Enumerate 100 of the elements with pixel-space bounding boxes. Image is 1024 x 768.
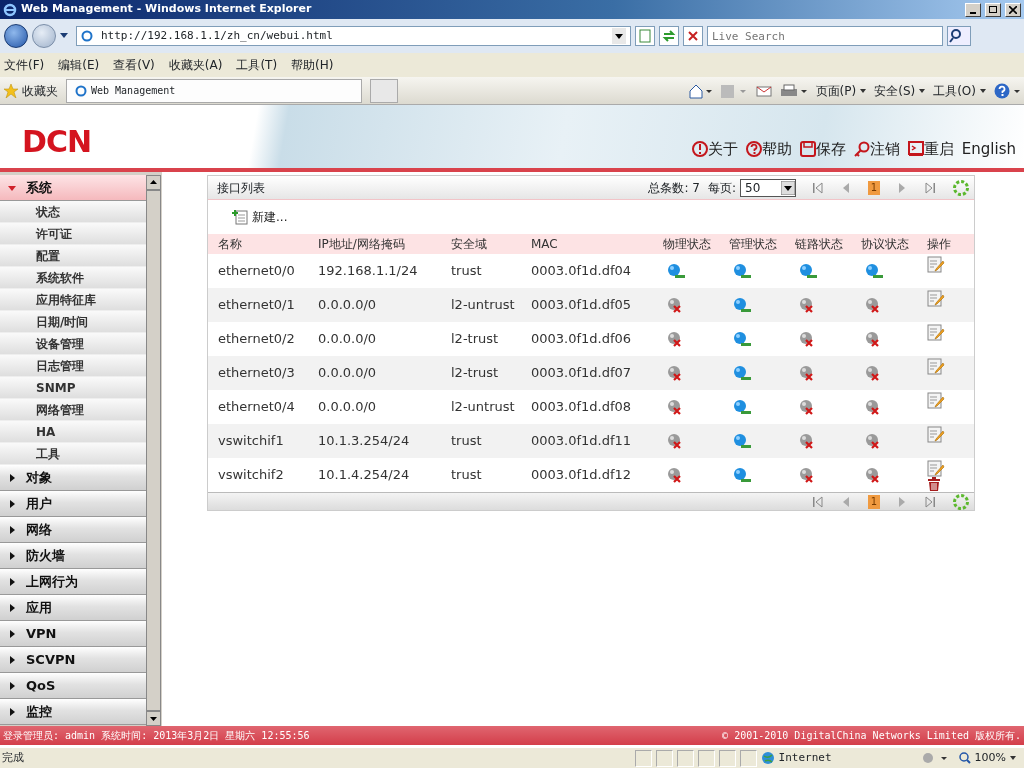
sidebar-item[interactable]: SCVPN [0, 647, 146, 673]
last-page-icon[interactable] [924, 181, 936, 194]
menu-item[interactable]: 查看(V) [113, 56, 155, 74]
refresh-icon[interactable] [952, 178, 970, 197]
panel-title: 接口列表 [217, 179, 266, 197]
expand-arrow-icon [8, 707, 16, 716]
header-action-link[interactable]: 帮助 [745, 138, 792, 161]
column-header: 管理状态 [729, 236, 778, 253]
refresh-icon[interactable] [659, 26, 679, 46]
new-button[interactable]: 新建... [232, 208, 288, 226]
table-cell-text: ethernet0/4 [217, 398, 296, 417]
status-pane [739, 749, 757, 767]
help-icon [745, 141, 762, 158]
first-page-icon[interactable] [812, 495, 824, 508]
table-cell-text: trust [451, 264, 483, 278]
home-icon[interactable] [687, 82, 712, 99]
edit-icon[interactable] [927, 426, 945, 443]
first-page-icon[interactable] [812, 181, 824, 194]
search-field[interactable]: Live Search [707, 26, 943, 46]
header-action-link[interactable]: 保存 [799, 138, 846, 161]
search-icon[interactable] [947, 26, 971, 46]
command-menu[interactable]: 工具(O) [933, 81, 986, 100]
sidebar-item[interactable]: 用户 [0, 491, 146, 517]
sidebar-subitem[interactable]: 应用特征库 [0, 289, 146, 311]
column-header: 名称 [217, 236, 243, 253]
header-action-link[interactable]: 注销 [853, 138, 900, 161]
table-cell-text: l2-untrust [451, 298, 516, 312]
edit-icon[interactable] [927, 256, 945, 273]
language-link[interactable]: English [961, 138, 1016, 161]
dropdown-caret-icon[interactable] [612, 28, 626, 44]
browser-tab[interactable]: Web Management [66, 78, 362, 103]
sidebar-item[interactable]: 应用 [0, 595, 146, 621]
maximize-button[interactable] [985, 2, 1001, 17]
collapse-arrow-icon [8, 183, 16, 192]
sidebar-subitem[interactable]: 配置 [0, 245, 146, 267]
new-item-icon [232, 209, 248, 225]
sidebar-item[interactable]: 系统 [0, 175, 146, 201]
menu-item[interactable]: 收藏夹(A) [168, 56, 223, 74]
table-cell-text: ethernet0/0 [217, 262, 296, 281]
menu-item[interactable]: 帮助(H) [291, 56, 334, 74]
sidebar-item[interactable]: 防火墙 [0, 543, 146, 569]
page-number[interactable]: 1 [868, 180, 880, 195]
scroll-up-icon[interactable] [146, 175, 161, 190]
table-cell-text: trust [451, 468, 483, 482]
stop-icon[interactable] [683, 26, 703, 46]
close-button[interactable] [1005, 2, 1021, 17]
sidebar-item[interactable]: 监控 [0, 699, 146, 725]
sidebar-subitem[interactable]: 系统软件 [0, 267, 146, 289]
printer-icon[interactable] [779, 82, 808, 99]
sidebar-subitem[interactable]: SNMP [0, 377, 146, 399]
sidebar-subitem[interactable]: HA [0, 421, 146, 443]
refresh-icon[interactable] [952, 492, 970, 511]
security-zone: Internet [760, 749, 921, 767]
edit-icon[interactable] [927, 358, 945, 375]
last-page-icon[interactable] [924, 495, 936, 508]
sidebar-item[interactable]: QoS [0, 673, 146, 699]
sidebar-subitem[interactable]: 网络管理 [0, 399, 146, 421]
expand-arrow-icon [8, 473, 16, 482]
scroll-down-icon[interactable] [146, 711, 161, 726]
sidebar-subitem[interactable]: 工具 [0, 443, 146, 465]
favorites-button[interactable]: 收藏夹 [4, 81, 58, 100]
sidebar-subitem[interactable]: 日志管理 [0, 355, 146, 377]
command-menu[interactable]: 安全(S) [874, 81, 926, 100]
edit-icon[interactable] [927, 290, 945, 307]
new-tab-button[interactable] [370, 78, 398, 103]
edit-icon[interactable] [927, 392, 945, 409]
minimize-button[interactable] [965, 2, 981, 17]
sidebar-item[interactable]: 上网行为 [0, 569, 146, 595]
table-cell-text: 0.0.0.0/0 [318, 398, 378, 417]
table-cell-text: 192.168.1.1/24 [318, 262, 419, 281]
address-field[interactable]: http://192.168.1.1/zh_cn/webui.html [76, 26, 631, 46]
minimize-icon [970, 11, 976, 14]
sidebar-item[interactable]: 网络 [0, 517, 146, 543]
header-action-link[interactable]: 重启 [907, 138, 954, 161]
edit-icon[interactable] [927, 324, 945, 341]
menu-item[interactable]: 编辑(E) [58, 56, 100, 74]
sidebar-item[interactable]: VPN [0, 621, 146, 647]
globe-icon [760, 751, 775, 765]
table-cell-text: 0003.0f1d.df06 [531, 330, 633, 349]
back-button[interactable] [4, 24, 28, 48]
trash-icon[interactable] [927, 477, 941, 491]
command-menu[interactable]: 页面(P) [815, 81, 867, 100]
sidebar-subitem[interactable]: 设备管理 [0, 333, 146, 355]
scrollbar-thumb[interactable] [146, 190, 161, 711]
sidebar-subitem[interactable]: 许可证 [0, 223, 146, 245]
column-header: MAC [531, 236, 559, 253]
sidebar-subitem[interactable]: 日期/时间 [0, 311, 146, 333]
sidebar-subitem[interactable]: 状态 [0, 201, 146, 223]
header-action-link[interactable]: 关于 [691, 138, 738, 161]
sidebar-item[interactable]: 对象 [0, 465, 146, 491]
menu-item[interactable]: 工具(T) [236, 56, 278, 74]
dropdown-caret-icon[interactable] [60, 33, 68, 39]
menu-item[interactable]: 文件(F) [4, 56, 45, 74]
per-page-select[interactable]: 50 [740, 178, 796, 197]
zoom-control[interactable]: 100% [958, 749, 1016, 767]
table-cell-text: vswitchif1 [217, 432, 285, 451]
help-icon[interactable] [994, 82, 1020, 99]
page-number[interactable]: 1 [868, 494, 880, 509]
table-cell-text: ethernet0/2 [217, 330, 296, 349]
compatibility-icon[interactable] [635, 26, 655, 46]
